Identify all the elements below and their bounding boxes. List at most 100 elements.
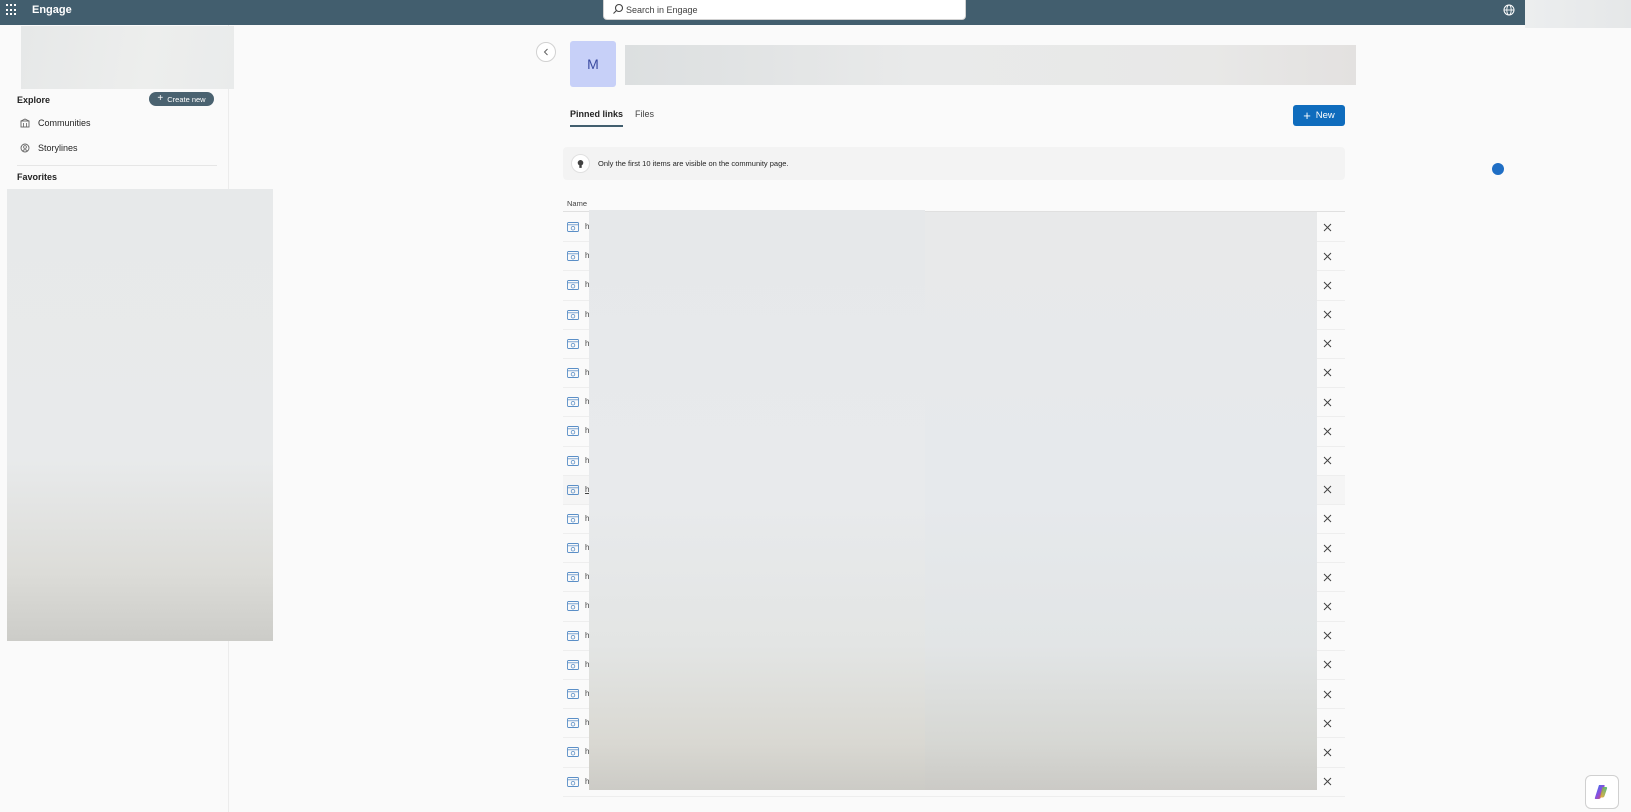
sidebar-redacted-favorites (7, 189, 273, 641)
remove-link-button[interactable] (1320, 337, 1334, 351)
info-message-text: Only the first 10 items are visible on t… (598, 159, 789, 168)
globe-icon[interactable] (1503, 4, 1515, 16)
storylines-icon (20, 143, 30, 153)
explore-heading: Explore (17, 95, 51, 105)
search-icon (613, 3, 624, 14)
link-icon (567, 747, 579, 758)
close-icon (1323, 602, 1331, 611)
link-icon (567, 455, 579, 466)
remove-link-button[interactable] (1320, 541, 1334, 555)
link-icon (567, 718, 579, 729)
link-icon (567, 630, 579, 641)
table-redacted-left (589, 210, 925, 790)
link-icon (567, 309, 579, 320)
community-avatar: M (570, 41, 616, 87)
tab-files[interactable]: Files (635, 109, 654, 125)
copilot-icon (1594, 785, 1608, 799)
app-launcher-icon[interactable] (6, 4, 18, 16)
copilot-button[interactable] (1585, 775, 1619, 809)
close-icon (1323, 631, 1331, 640)
search-box[interactable] (603, 0, 966, 20)
link-icon (567, 543, 579, 554)
remove-link-button[interactable] (1320, 658, 1334, 672)
close-icon (1323, 748, 1331, 757)
close-icon (1323, 544, 1331, 552)
favorites-heading: Favorites (17, 172, 58, 182)
sidebar-item-label: Communities (38, 118, 91, 128)
community-title-redacted (625, 45, 1356, 85)
close-icon (1323, 369, 1331, 377)
sidebar-item-storylines[interactable]: Storylines (20, 139, 220, 157)
remove-link-button[interactable] (1320, 599, 1334, 613)
link-icon (567, 367, 579, 378)
remove-link-button[interactable] (1320, 454, 1334, 468)
new-button[interactable]: + New (1293, 105, 1345, 126)
app-title[interactable]: Engage (32, 4, 72, 16)
search-input[interactable] (626, 2, 946, 18)
close-icon (1323, 485, 1331, 494)
link-icon (567, 338, 579, 349)
remove-link-button[interactable] (1320, 278, 1334, 292)
link-icon (567, 484, 579, 495)
close-icon (1323, 777, 1331, 786)
remove-link-button[interactable] (1320, 220, 1334, 234)
chevron-left-icon (543, 48, 548, 56)
remove-link-button[interactable] (1320, 512, 1334, 526)
remove-link-button[interactable] (1320, 570, 1334, 584)
close-icon (1323, 719, 1331, 728)
remove-link-button[interactable] (1320, 395, 1334, 409)
link-icon (567, 689, 579, 699)
left-sidebar: Explore + Create new Communities Storyli… (0, 25, 273, 812)
create-new-button[interactable]: + Create new (149, 92, 214, 106)
back-button[interactable] (536, 42, 556, 62)
close-icon (1323, 690, 1331, 698)
remove-link-button[interactable] (1320, 308, 1334, 322)
lightbulb-icon (571, 154, 590, 173)
link-icon (567, 426, 579, 437)
column-header-name[interactable]: Name (567, 199, 587, 208)
close-icon (1323, 398, 1331, 406)
close-icon (1323, 515, 1331, 523)
close-icon (1323, 339, 1331, 348)
close-icon (1323, 660, 1331, 669)
plus-icon: + (157, 93, 164, 104)
sidebar-divider (17, 165, 217, 166)
info-message-bar: Only the first 10 items are visible on t… (563, 147, 1345, 180)
link-icon (567, 513, 579, 524)
tab-pinned-links[interactable]: Pinned links (570, 109, 624, 127)
link-icon (567, 776, 579, 787)
link-icon (567, 280, 579, 291)
close-icon (1323, 310, 1331, 319)
plus-icon: + (1303, 108, 1311, 123)
table-redacted-right (925, 212, 1317, 790)
remove-link-button[interactable] (1320, 745, 1334, 759)
communities-icon (20, 118, 30, 128)
remove-link-button[interactable] (1320, 629, 1334, 643)
remove-link-button[interactable] (1320, 687, 1334, 701)
close-icon (1323, 427, 1331, 436)
remove-link-button[interactable] (1320, 366, 1334, 380)
account-area[interactable] (1525, 0, 1631, 28)
close-icon (1323, 223, 1331, 231)
create-new-label: Create new (167, 94, 206, 104)
remove-link-button[interactable] (1320, 775, 1334, 789)
link-icon (567, 222, 579, 232)
close-icon (1323, 281, 1331, 290)
notification-dot (1492, 163, 1504, 175)
link-icon (567, 397, 579, 408)
remove-link-button[interactable] (1320, 424, 1334, 438)
remove-link-button[interactable] (1320, 483, 1334, 497)
sidebar-item-label: Storylines (38, 143, 78, 153)
top-bar: Engage (0, 0, 1525, 25)
link-icon (567, 251, 579, 262)
close-icon (1323, 573, 1331, 582)
remove-link-button[interactable] (1320, 716, 1334, 730)
remove-link-button[interactable] (1320, 249, 1334, 263)
sidebar-redacted-top (21, 26, 234, 89)
close-icon (1323, 456, 1331, 465)
link-icon (567, 601, 579, 612)
sidebar-item-communities[interactable]: Communities (20, 114, 220, 132)
link-icon (567, 572, 579, 583)
link-icon (567, 659, 579, 670)
new-button-label: New (1315, 110, 1335, 121)
